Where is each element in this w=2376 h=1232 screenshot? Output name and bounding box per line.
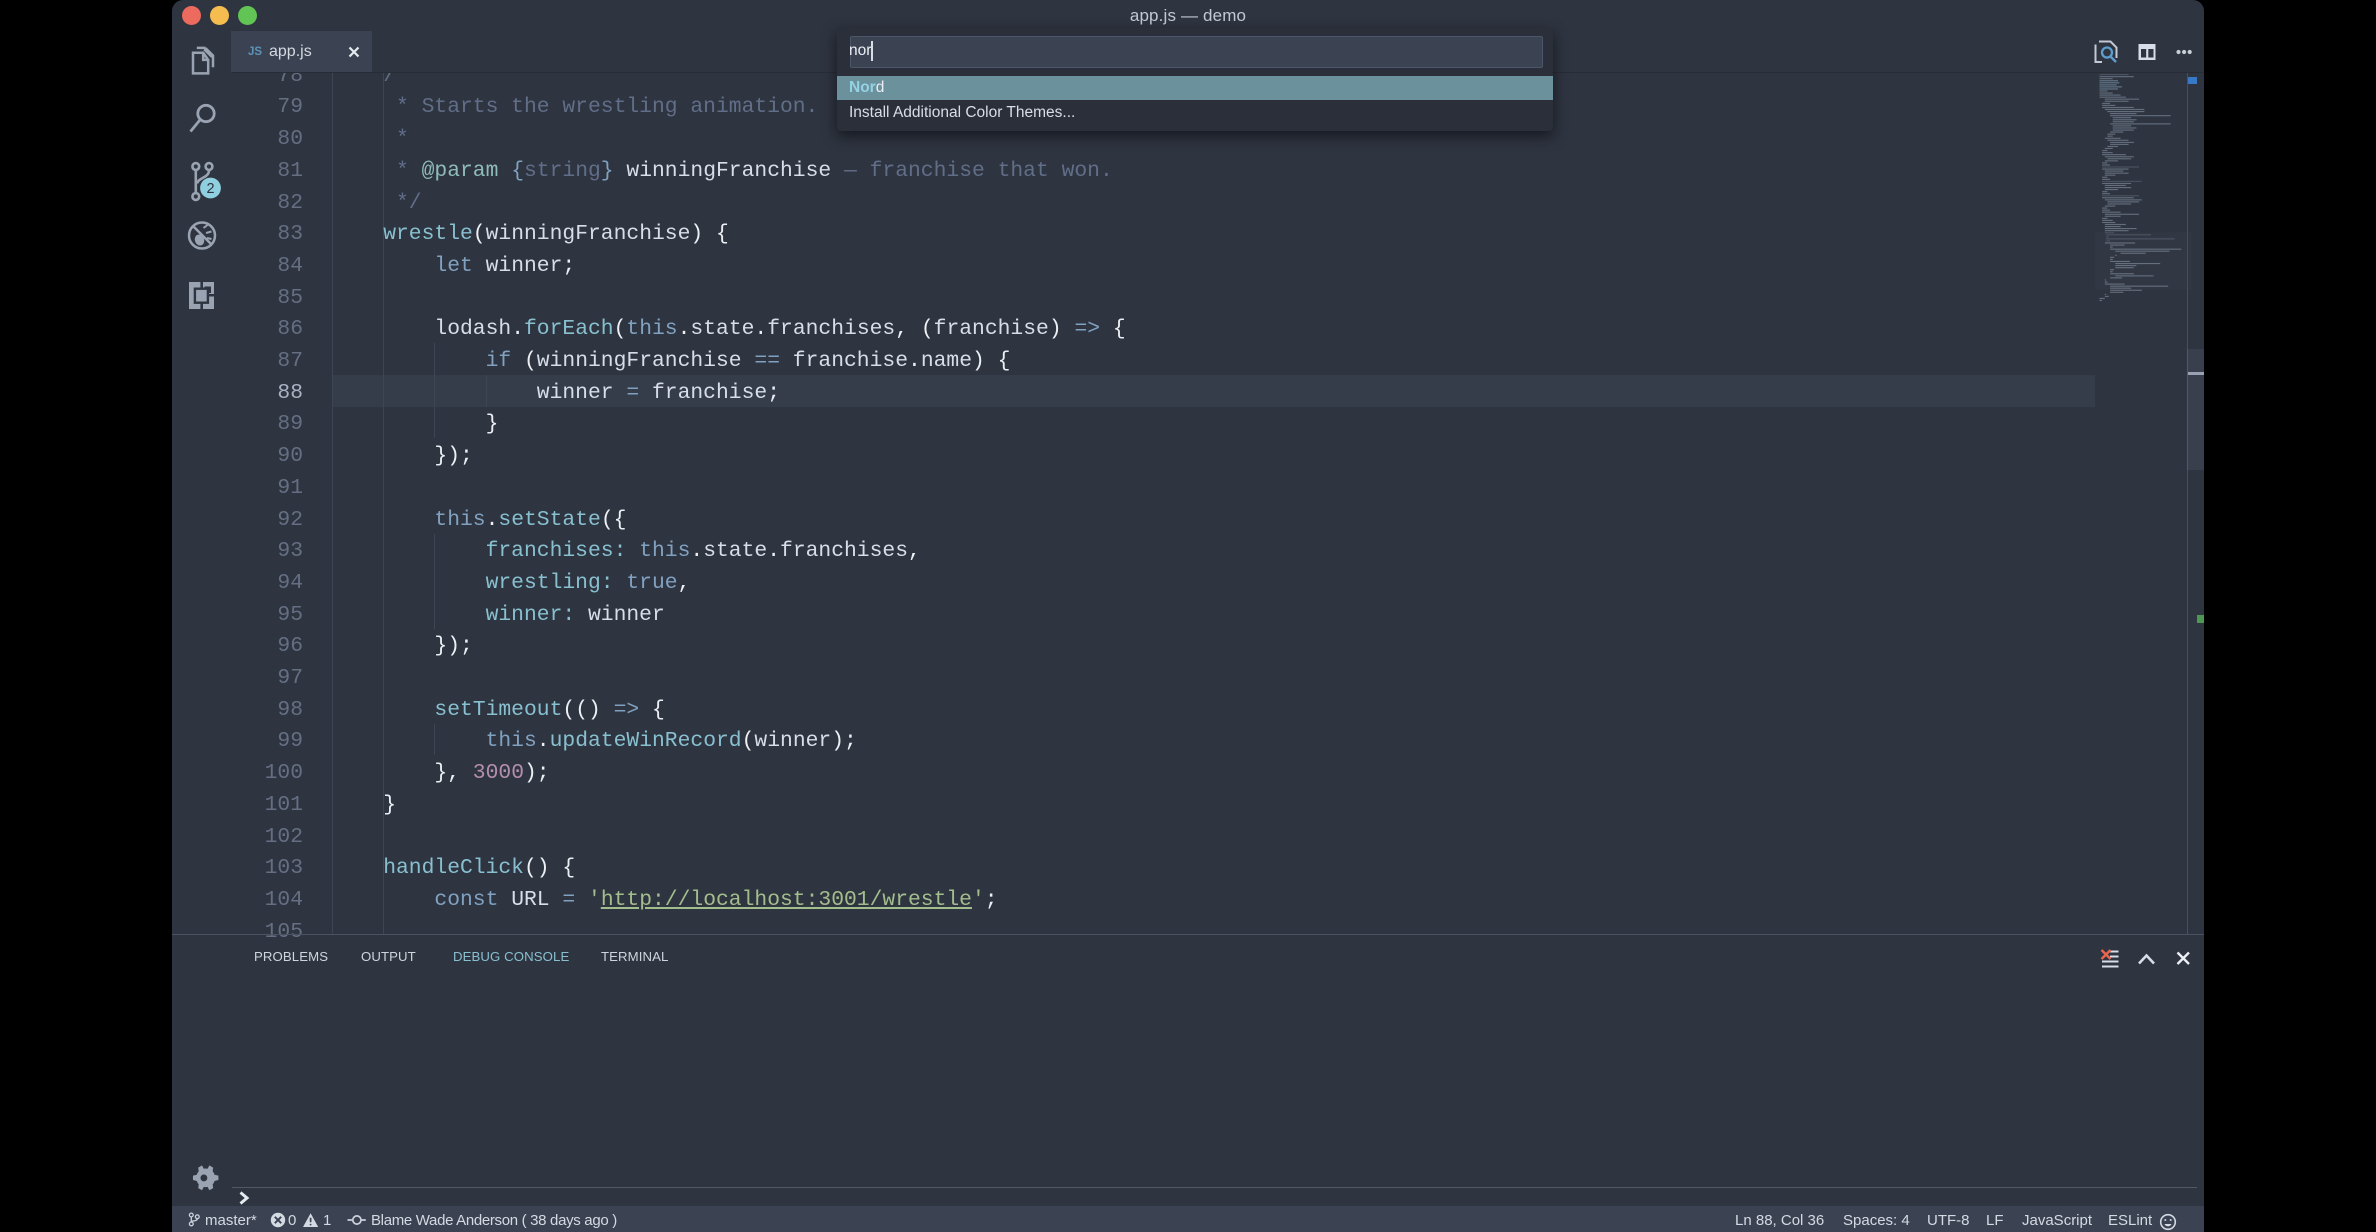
svg-text:2: 2 (206, 181, 214, 197)
